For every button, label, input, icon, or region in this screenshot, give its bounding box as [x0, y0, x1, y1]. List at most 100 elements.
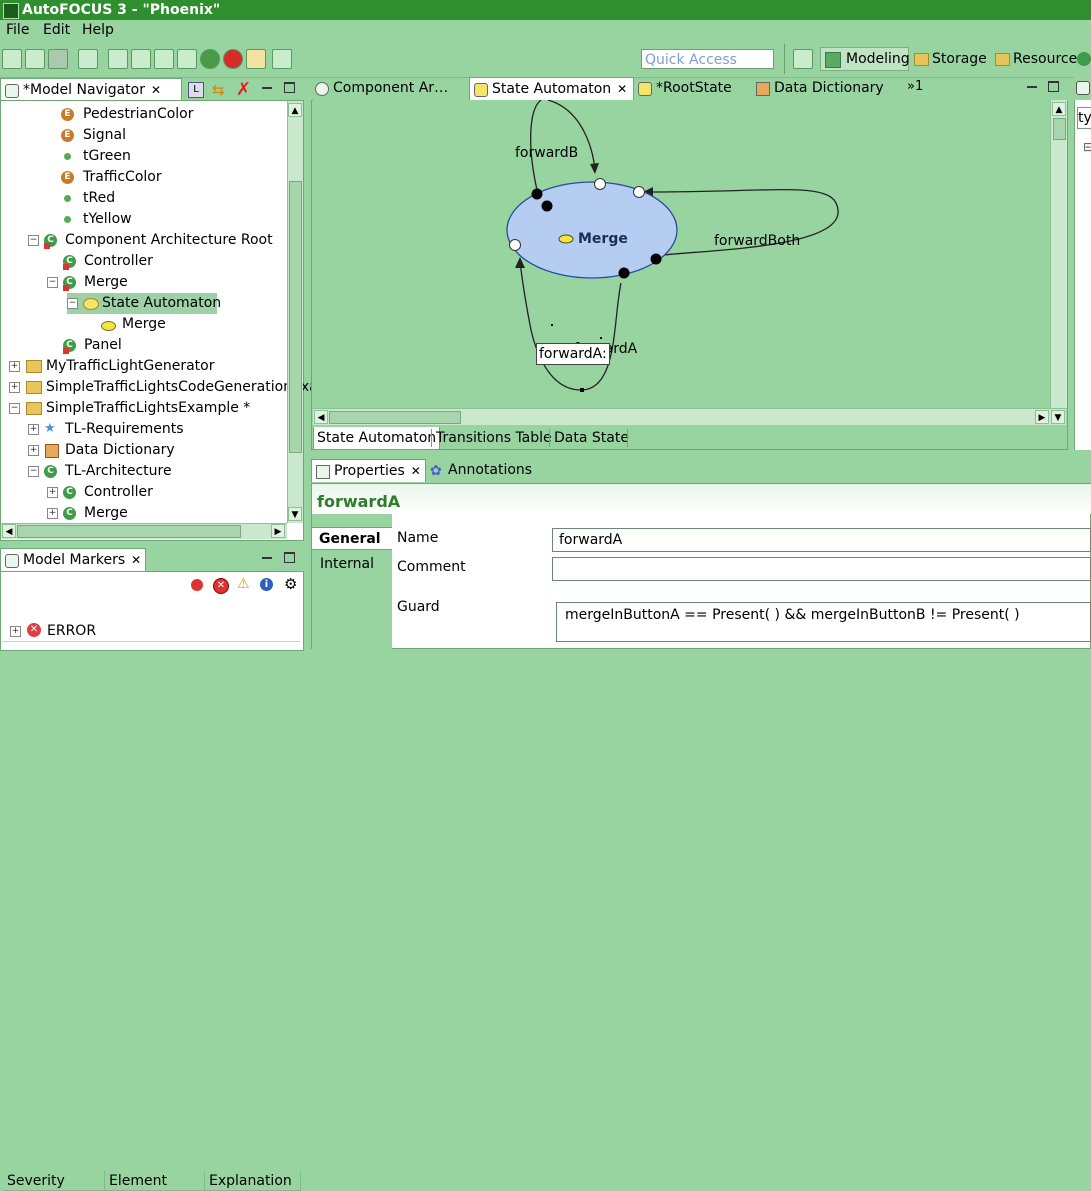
transition-forwardA[interactable] — [519, 261, 622, 391]
scroll-thumb[interactable] — [329, 411, 461, 424]
stop-icon[interactable] — [223, 49, 243, 69]
minimize-icon[interactable] — [262, 87, 272, 89]
perspective-modeling-button[interactable]: Modeling — [820, 47, 910, 71]
scroll-thumb[interactable] — [1053, 118, 1066, 140]
link-editor-icon[interactable]: ⇆ — [212, 81, 225, 99]
new-element-icon[interactable] — [25, 49, 45, 69]
column-element[interactable]: Element — [105, 1171, 205, 1191]
guard-field[interactable]: mergeInButtonA == Present( ) && mergeInB… — [556, 602, 1091, 642]
perspective-resource-button[interactable]: Resource — [1013, 51, 1077, 67]
deploy-icon[interactable] — [154, 49, 174, 69]
clipboard-icon[interactable] — [246, 49, 266, 69]
save-icon[interactable] — [48, 49, 68, 69]
selection-handle[interactable] — [600, 337, 602, 339]
column-explanation[interactable]: Explanation — [205, 1171, 301, 1191]
close-icon[interactable]: ✕ — [151, 83, 161, 97]
menu-help[interactable]: Help — [82, 22, 114, 38]
collapse-icon[interactable]: − — [47, 277, 58, 288]
tab-state-automaton[interactable]: State Automaton ✕ — [469, 77, 634, 100]
scroll-right-icon[interactable]: ▶ — [1035, 410, 1049, 424]
tab-root-state[interactable]: *RootState — [634, 77, 752, 100]
tab-properties[interactable]: Properties ✕ — [311, 459, 426, 482]
expand-icon[interactable]: + — [28, 445, 39, 456]
close-icon[interactable]: ✕ — [617, 82, 627, 96]
transition-label-forwardBoth[interactable]: forwardBoth — [714, 233, 800, 249]
connection-point[interactable] — [594, 178, 606, 190]
expand-icon[interactable]: + — [9, 361, 20, 372]
scroll-thumb[interactable] — [289, 181, 302, 453]
delete-icon[interactable]: ✗ — [236, 79, 251, 100]
connection-point[interactable] — [618, 267, 630, 279]
collapse-icon[interactable]: ⊟ — [1083, 140, 1091, 154]
transition-label-forwardB[interactable]: forwardB — [515, 145, 578, 161]
external-link-icon[interactable] — [272, 49, 292, 69]
collapse-icon[interactable]: − — [28, 466, 39, 477]
connection-point[interactable] — [531, 188, 543, 200]
state-diagram-canvas[interactable]: forwardB forwardBoth forwardA Merge forw… — [313, 100, 1050, 408]
tab-overflow-button[interactable]: »1 — [907, 79, 923, 94]
right-panel-input[interactable]: ty — [1077, 107, 1091, 129]
tab-state-automaton-view[interactable]: State Automaton — [313, 427, 441, 450]
scroll-down-icon[interactable]: ▼ — [288, 507, 302, 521]
collapse-icon[interactable]: − — [9, 403, 20, 414]
column-severity[interactable]: Severity — [3, 1171, 105, 1191]
perspective-extra-icon[interactable] — [1077, 52, 1091, 66]
architecture-icon[interactable] — [177, 49, 197, 69]
connection-point[interactable] — [541, 200, 553, 212]
section-general[interactable]: General — [312, 527, 392, 550]
scroll-up-icon[interactable]: ▲ — [288, 103, 302, 117]
state-merge-label[interactable]: Merge — [578, 231, 628, 247]
connection-point[interactable] — [509, 239, 521, 251]
maximize-icon[interactable] — [284, 82, 295, 93]
tab-component-architecture[interactable]: Component Ar… — [311, 77, 469, 100]
expand-icon[interactable]: + — [47, 508, 58, 519]
tab-model-markers[interactable]: Model Markers ✕ — [0, 548, 146, 571]
filter-icon[interactable]: L — [188, 82, 204, 98]
simulate-icon[interactable] — [108, 49, 128, 69]
navigator-vscroll[interactable]: ▲ ▼ — [287, 101, 303, 523]
close-icon[interactable]: ✕ — [411, 464, 421, 478]
selection-handle[interactable] — [580, 388, 584, 392]
selection-handle[interactable] — [551, 324, 553, 326]
section-internal[interactable]: Internal — [320, 556, 374, 572]
expand-icon[interactable]: + — [28, 424, 39, 435]
comment-field[interactable] — [552, 557, 1091, 581]
expand-icon[interactable]: + — [10, 626, 21, 637]
perspective-storage-button[interactable]: Storage — [932, 51, 987, 67]
errors-filter-icon[interactable] — [191, 579, 203, 591]
connection-point[interactable] — [633, 186, 645, 198]
connection-point[interactable] — [650, 253, 662, 265]
tree-item-selected[interactable]: − State Automaton — [67, 293, 221, 314]
minimize-icon[interactable] — [262, 557, 272, 559]
expand-icon[interactable]: + — [9, 382, 20, 393]
expand-icon[interactable]: + — [47, 487, 58, 498]
menu-edit[interactable]: Edit — [43, 22, 70, 38]
scroll-thumb[interactable] — [17, 525, 241, 538]
scroll-right-icon[interactable]: ▶ — [271, 524, 285, 538]
open-perspective-icon[interactable] — [793, 49, 813, 69]
scroll-left-icon[interactable]: ◀ — [2, 524, 16, 538]
run-icon[interactable] — [200, 49, 220, 69]
analyze-icon[interactable] — [131, 49, 151, 69]
tab-data-state[interactable]: Data State — [551, 427, 632, 449]
name-field[interactable]: forwardA — [552, 528, 1091, 552]
maximize-icon[interactable] — [284, 552, 295, 563]
diagram-vscroll[interactable]: ▲ — [1050, 100, 1067, 408]
close-icon[interactable]: ✕ — [131, 553, 141, 567]
scroll-left-icon[interactable]: ◀ — [314, 410, 328, 424]
scroll-up-icon[interactable]: ▲ — [1052, 102, 1066, 116]
menu-file[interactable]: File — [6, 22, 29, 38]
inline-label-editor[interactable]: forwardA: — [536, 343, 610, 365]
scroll-down-icon[interactable]: ▼ — [1051, 410, 1065, 424]
navigator-hscroll[interactable]: ◀ ▶ — [1, 523, 287, 539]
tab-model-navigator[interactable]: *Model Navigator ✕ — [0, 78, 182, 101]
tab-annotations[interactable]: ✿ Annotations — [426, 459, 536, 482]
settings-icon[interactable]: ⚙ — [284, 575, 297, 593]
diagram-hscroll[interactable]: ◀ ▶ ▼ — [313, 408, 1066, 425]
info-filter-icon[interactable]: i — [260, 578, 273, 591]
minimize-icon[interactable] — [1027, 86, 1037, 88]
tab-data-dictionary[interactable]: Data Dictionary — [752, 77, 902, 100]
new-project-icon[interactable] — [2, 49, 22, 69]
maximize-icon[interactable] — [1048, 81, 1059, 92]
collapse-icon[interactable]: − — [28, 235, 39, 246]
